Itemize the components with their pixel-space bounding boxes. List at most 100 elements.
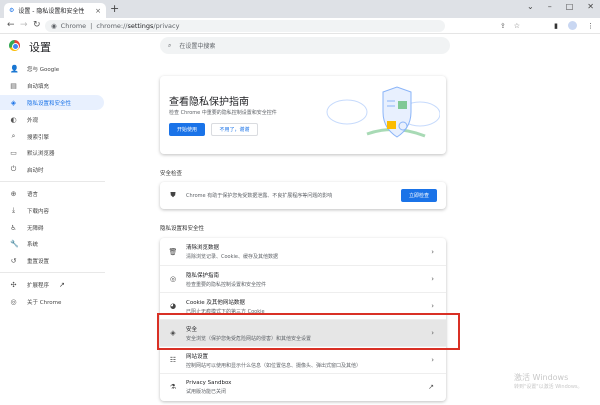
flask-icon: ⚗ (169, 383, 177, 391)
reset-icon: ↺ (10, 256, 17, 265)
url-prefix: chrome:// (96, 22, 128, 30)
cookie-icon: ◕ (169, 302, 177, 310)
privacy-guide-icon: ◎ (169, 275, 177, 283)
sidebar-item-label: 关于 Chrome (27, 299, 62, 306)
person-icon: 👤 (10, 64, 19, 73)
sidebar-item-label: 无障碍 (27, 225, 44, 232)
start-guide-button[interactable]: 开始使用 (169, 123, 205, 136)
address-bar[interactable]: ◉ Chrome | chrome://settings/privacy (45, 20, 445, 32)
sidebar-item-1[interactable]: ▤ 自动填充 (0, 78, 104, 93)
dismiss-guide-button[interactable]: 不用了，谢谢 (211, 123, 258, 136)
separator: | (90, 22, 93, 30)
url-path: /privacy (153, 22, 180, 30)
sidebar-item-5[interactable]: ▭ 默认浏览器 (0, 145, 104, 160)
chevron-right-icon: › (431, 302, 434, 310)
chevron-right-icon: › (431, 247, 434, 256)
sidebar-item-3[interactable]: ◐ 外观 (0, 112, 104, 127)
tab-close-icon[interactable]: × (95, 7, 101, 15)
side-panel-icon[interactable]: ▮ (554, 22, 558, 30)
sidebar-item-label: 外观 (27, 117, 39, 124)
tab-strip: ⚙ 设置 - 隐私设置和安全性 × + ⌄ – □ ✕ (0, 0, 600, 18)
row-title: 清除浏览数据 (186, 245, 220, 251)
chrome-logo-icon (9, 40, 20, 51)
sidebar-item-11[interactable]: ↺ 重置设置 (0, 253, 104, 268)
sidebar-item-label: 自动填充 (27, 83, 50, 90)
privacy-row-1[interactable]: ◎ 隐私保护指南检查重要的隐私控制设置和安全控件 › (160, 265, 446, 292)
safety-check-heading: 安全检查 (160, 171, 183, 177)
menu-kebab-icon[interactable]: ⋮ (587, 22, 594, 30)
search-icon: ⌕ (168, 41, 172, 49)
sidebar-item-13[interactable]: ◎ 关于 Chrome (0, 294, 104, 309)
forward-icon[interactable]: → (20, 20, 28, 30)
page-title: 设置 (29, 41, 51, 54)
windows-activation-watermark: 激活 Windows 转到"设置"以激活 Windows。 (514, 372, 583, 390)
reload-icon[interactable]: ↻ (33, 20, 41, 30)
guide-title: 查看隐私保护指南 (169, 97, 249, 108)
privacy-row-0[interactable]: 🗑 清除浏览数据清除浏览记录、Cookie、缓存及其他数据 › (160, 238, 446, 265)
site-info-icon[interactable]: ◉ (51, 22, 57, 30)
watermark-title: 激活 Windows (514, 373, 569, 382)
settings-gear-icon: ⚙ (9, 7, 15, 14)
profile-avatar[interactable] (568, 21, 577, 30)
row-description: 清除浏览记录、Cookie、缓存及其他数据 (186, 254, 278, 260)
check-now-button[interactable]: 立即检查 (401, 189, 437, 202)
settings-search-input[interactable]: ⌕ 在设置中搜索 (160, 37, 450, 54)
bookmark-star-icon[interactable]: ☆ (514, 22, 520, 30)
tab-title: 设置 - 隐私设置和安全性 (18, 8, 85, 15)
close-window-button[interactable]: ✕ (587, 2, 594, 11)
toolbar: ← → ↻ ◉ Chrome | chrome://settings/priva… (0, 18, 600, 34)
tab-settings[interactable]: ⚙ 设置 - 隐私设置和安全性 × (4, 3, 106, 18)
minimize-button[interactable]: – (548, 2, 552, 11)
new-tab-button[interactable]: + (110, 2, 119, 15)
url: chrome://settings/privacy (96, 22, 179, 30)
sidebar-item-label: 系统 (27, 241, 39, 248)
sidebar-item-label: 默认浏览器 (27, 150, 55, 157)
back-icon[interactable]: ← (7, 20, 15, 30)
sidebar-item-2[interactable]: ◈ 隐私设置和安全性 (0, 95, 104, 110)
privacy-row-5[interactable]: ⚗ Privacy Sandbox 试用版功能已关闭 ↗ (160, 373, 446, 400)
row-title: 隐私保护指南 (186, 272, 220, 279)
row-description: 试用版功能已关闭 (186, 388, 227, 395)
privacy-section-heading: 隐私设置和安全性 (160, 226, 205, 232)
sidebar-item-9[interactable]: ♿ 无障碍 (0, 220, 104, 235)
shield-icon: ◈ (10, 98, 17, 107)
share-icon[interactable]: ⇪ (500, 22, 506, 30)
sidebar-item-6[interactable]: ⏻ 启动时 (0, 162, 104, 177)
safety-check-card: ⛊ Chrome 有助于保护您免受数据泄露、不良扩展程序等问题的影响 立即检查 (160, 182, 446, 209)
chevron-right-icon: › (431, 275, 434, 283)
sidebar-item-label: 启动时 (27, 167, 44, 174)
wrench-icon: 🔧 (10, 239, 19, 248)
maximize-button[interactable]: □ (566, 2, 574, 11)
sidebar-item-label: 您与 Google (27, 66, 60, 73)
palette-icon: ◐ (10, 115, 17, 124)
trash-icon: 🗑 (168, 247, 178, 256)
external-link-icon: ↗ (428, 383, 434, 391)
sidebar-item-10[interactable]: 🔧 系统 (0, 236, 104, 251)
clipboard-icon: ▤ (10, 81, 17, 90)
sidebar-item-label: 搜索引擎 (27, 134, 50, 141)
chrome-icon: ◎ (10, 297, 17, 306)
row-description: 控制网站可以使用和显示什么信息（如位置信息、摄像头、弹出式窗口及其他） (186, 362, 362, 369)
power-icon: ⏻ (10, 165, 17, 173)
watermark-subtitle: 转到"设置"以激活 Windows。 (514, 384, 583, 390)
globe-icon: ⊕ (10, 189, 17, 198)
search-placeholder: 在设置中搜索 (179, 43, 216, 50)
sidebar-item-4[interactable]: ⌕ 搜索引擎 (0, 129, 104, 144)
privacy-shield-illustration (326, 86, 440, 138)
privacy-guide-card: 查看隐私保护指南 检查 Chrome 中重要的隐私控制设置和安全控件 开始使用 … (160, 76, 446, 154)
sidebar-item-label: 扩展程序 (27, 282, 50, 289)
chevron-right-icon: › (431, 356, 434, 364)
sidebar-item-label: 重置设置 (27, 258, 50, 265)
sidebar-item-label: 语言 (27, 191, 39, 198)
download-icon: ⤓ (11, 206, 16, 214)
search-icon: ⌕ (11, 132, 16, 140)
row-title: Cookie 及其他网站数据 (186, 299, 245, 306)
sidebar-item-7[interactable]: ⊕ 语言 (0, 186, 104, 201)
sidebar-divider (0, 272, 105, 273)
sidebar-item-0[interactable]: 👤 您与 Google (0, 61, 104, 76)
sidebar-item-12[interactable]: ✣ 扩展程序 ↗ (0, 277, 104, 292)
privacy-row-4[interactable]: ☷ 网站设置 控制网站可以使用和显示什么信息（如位置信息、摄像头、弹出式窗口及其他）… (160, 346, 446, 373)
tab-search-icon[interactable]: ⌄ (527, 2, 534, 11)
row-description: 检查重要的隐私控制设置和安全控件 (186, 281, 267, 288)
sidebar-item-8[interactable]: ⤓ 下载内容 (0, 203, 104, 218)
